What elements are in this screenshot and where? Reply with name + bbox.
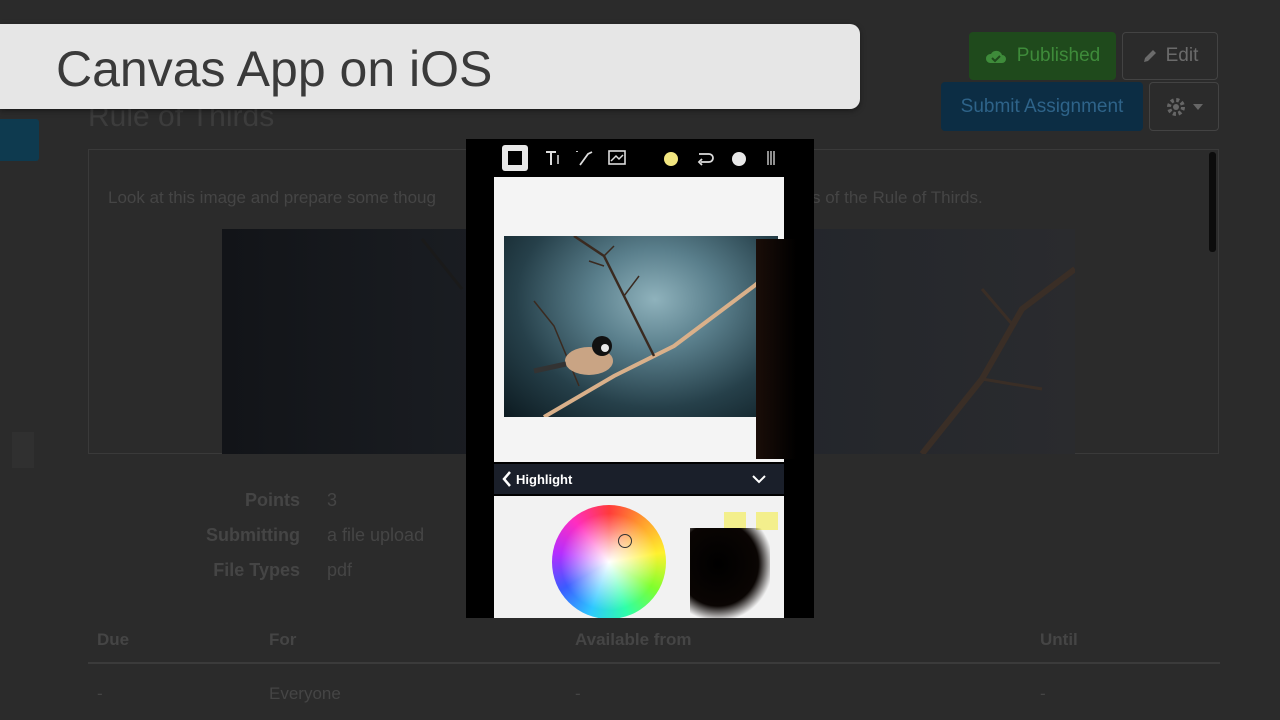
thumb-overlay bbox=[690, 528, 770, 618]
table-header-due: Due bbox=[97, 630, 130, 649]
undo-icon[interactable] bbox=[696, 149, 716, 167]
submit-label: Submit Assignment bbox=[960, 95, 1124, 117]
banner-title: Canvas App on iOS bbox=[56, 41, 493, 97]
annotation-toolbar bbox=[466, 139, 814, 177]
color-picker-panel bbox=[494, 496, 784, 618]
edit-label: Edit bbox=[1165, 45, 1199, 66]
edit-button[interactable]: Edit bbox=[1122, 32, 1218, 80]
settings-menu-button[interactable] bbox=[1149, 82, 1219, 131]
chevron-down-icon[interactable] bbox=[752, 474, 766, 484]
rectangle-tool[interactable] bbox=[502, 145, 528, 171]
table-divider bbox=[88, 662, 1220, 664]
description-scrollbar[interactable] bbox=[1209, 152, 1216, 252]
published-label: Published bbox=[1016, 45, 1101, 66]
table-header-for: For bbox=[269, 630, 297, 649]
nav-toggle[interactable] bbox=[0, 119, 39, 161]
table-cell-for: Everyone bbox=[269, 684, 341, 703]
gear-icon bbox=[1167, 97, 1185, 116]
highlight-bar[interactable]: Highlight bbox=[494, 464, 784, 494]
cloud-check-icon bbox=[985, 50, 1006, 63]
stroke-color-icon[interactable] bbox=[732, 152, 746, 166]
file-types-value: pdf bbox=[327, 560, 353, 580]
bird-photo bbox=[504, 236, 778, 417]
rectangle-icon bbox=[508, 151, 522, 165]
submitting-value: a file upload bbox=[327, 525, 425, 545]
finger-overlay bbox=[756, 239, 814, 459]
table-header-until: Until bbox=[1040, 630, 1078, 649]
ink-icon[interactable] bbox=[574, 147, 596, 169]
pencil-icon bbox=[1143, 50, 1156, 62]
image-icon[interactable] bbox=[608, 149, 628, 167]
caret-down-icon bbox=[1193, 103, 1203, 110]
color-wheel[interactable] bbox=[552, 505, 666, 618]
more-tools-icon[interactable] bbox=[766, 149, 776, 167]
published-button[interactable]: Published bbox=[969, 32, 1116, 80]
color-wheel-handle[interactable] bbox=[618, 534, 632, 548]
table-cell-due: - bbox=[97, 684, 103, 703]
file-types-label: File Types bbox=[213, 560, 300, 580]
table-cell-available-from: - bbox=[575, 684, 581, 703]
points-label: Points bbox=[244, 490, 300, 510]
points-value: 3 bbox=[327, 490, 338, 510]
text-icon[interactable] bbox=[544, 149, 562, 167]
description-text: Look at this image and prepare some thou… bbox=[108, 188, 436, 207]
table-cell-until: - bbox=[1040, 684, 1046, 703]
description-text-end: s of the Rule of Thirds. bbox=[812, 188, 983, 207]
highlight-label: Highlight bbox=[516, 471, 573, 487]
submitting-label: Submitting bbox=[206, 525, 300, 545]
side-marker bbox=[12, 432, 34, 468]
phone-annotation-view: Highlight bbox=[466, 139, 814, 618]
submit-assignment-button[interactable]: Submit Assignment bbox=[941, 82, 1143, 131]
table-header-available-from: Available from bbox=[575, 630, 692, 649]
chevron-left-icon[interactable] bbox=[502, 471, 512, 487]
color-dot-icon[interactable] bbox=[664, 152, 678, 166]
